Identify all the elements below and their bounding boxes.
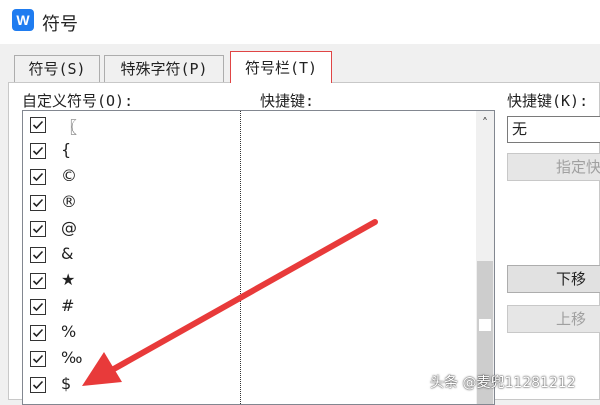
symbol-text: ★ [61,270,76,289]
shortcut-key-field[interactable]: 无 [507,116,600,143]
symbol-text: # [61,296,75,315]
assign-shortcut-button[interactable]: 指定快 [507,153,600,181]
move-up-button[interactable]: 上移 [507,305,600,333]
checkbox[interactable] [30,117,46,133]
move-down-button[interactable]: 下移 [507,265,600,293]
checkbox[interactable] [30,325,46,341]
shortcut-key-label: 快捷键(K): [507,92,589,110]
custom-symbols-label: 自定义符号(O): [22,92,134,110]
list-item[interactable]: ★ [23,269,243,295]
symbol-text: 〖 [61,118,78,137]
shortcut-column-label: 快捷键: [260,92,315,110]
list-item[interactable]: { [23,139,243,165]
scroll-up-icon[interactable]: ˄ [476,111,494,135]
symbol-text: & [61,244,74,263]
symbol-text: @ [61,218,77,237]
checkbox[interactable] [30,377,46,393]
checkbox[interactable] [30,247,46,263]
list-item[interactable]: % [23,321,243,347]
tab-symbol-bar[interactable]: 符号栏(T) [230,51,332,83]
watermark-text: 头条 @麦兜11281212 [430,375,576,391]
wps-app-icon: W [12,9,34,31]
checkbox[interactable] [30,169,46,185]
list-item[interactable]: $ [23,373,243,399]
scrollbar-grip [479,319,491,331]
checkbox[interactable] [30,195,46,211]
tab-symbols[interactable]: 符号(S) [14,55,100,82]
symbol-text: © [61,166,77,185]
checkbox[interactable] [30,143,46,159]
title-bar: W 符号 [0,0,600,44]
checkbox[interactable] [30,351,46,367]
symbol-text: { [61,140,72,159]
list-item[interactable]: © [23,165,243,191]
symbol-text: ‰ [61,348,83,367]
list-item[interactable]: @ [23,217,243,243]
tab-special-characters[interactable]: 特殊字符(P) [104,55,224,82]
checkbox[interactable] [30,273,46,289]
symbol-text: % [61,322,77,341]
checkbox[interactable] [30,299,46,315]
symbol-text: ® [61,192,77,211]
vertical-scrollbar[interactable]: ˄ [476,111,494,404]
list-item[interactable]: & [23,243,243,269]
checkbox[interactable] [30,221,46,237]
list-item[interactable]: 〖 [23,113,243,139]
list-item[interactable]: # [23,295,243,321]
symbol-text: $ [61,374,72,393]
custom-symbol-list[interactable]: 〖 { © ® @ & ★ # % ‰ $ ˄ [22,110,495,405]
window-title: 符号 [42,14,78,35]
list-item[interactable]: ® [23,191,243,217]
list-item[interactable]: ‰ [23,347,243,373]
